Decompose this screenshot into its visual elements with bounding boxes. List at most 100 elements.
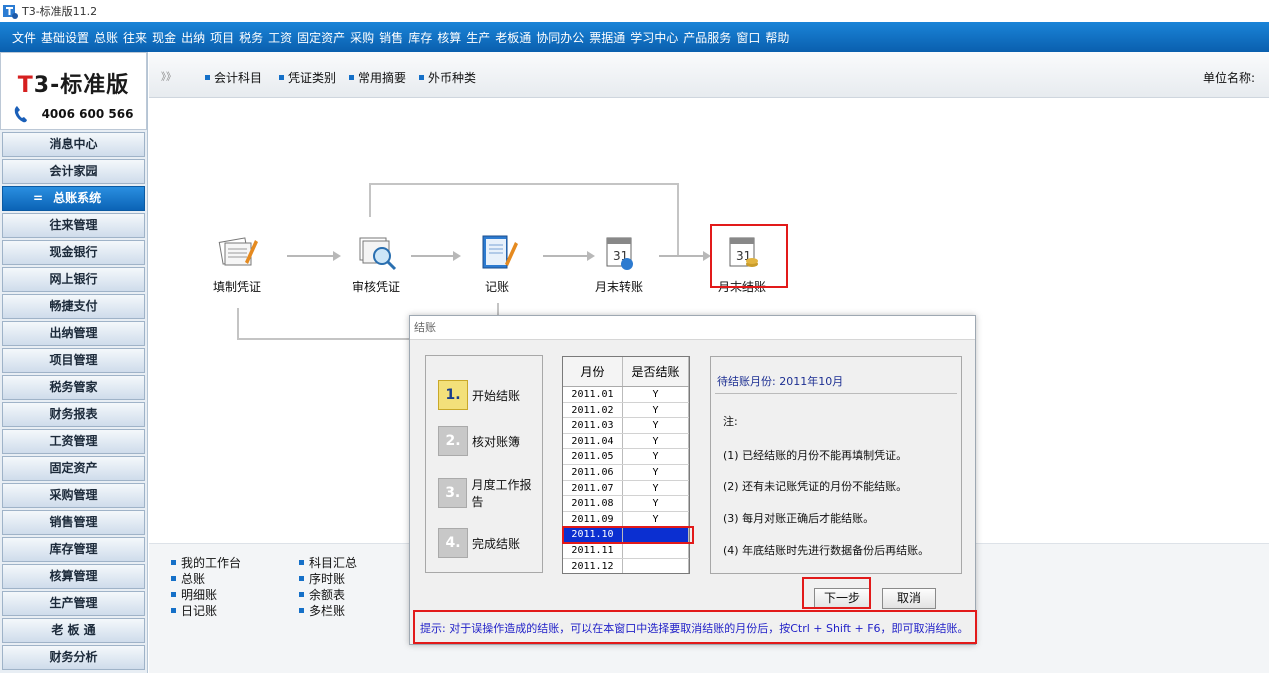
table-row[interactable]: 2011.08 Y: [563, 496, 689, 512]
sidebar-item[interactable]: 畅捷支付: [2, 294, 145, 319]
bullet-icon: [299, 560, 304, 565]
menu-item[interactable]: 协同办公: [536, 29, 584, 46]
sidebar-item[interactable]: 库存管理: [2, 537, 145, 562]
sidebar-item[interactable]: 税务管家: [2, 375, 145, 400]
quick-link[interactable]: 我的工作台: [171, 554, 241, 571]
bullet-icon: [299, 592, 304, 597]
quick-link[interactable]: 余额表: [299, 586, 345, 603]
menu-item[interactable]: 库存: [408, 29, 432, 46]
title-bar: T3-标准版11.2: [0, 0, 1269, 22]
menu-item[interactable]: 窗口: [736, 29, 760, 46]
sidebar-item[interactable]: 消息中心: [2, 132, 145, 157]
menu-item[interactable]: 现金: [152, 29, 176, 46]
menu-item[interactable]: 学习中心: [630, 29, 678, 46]
sidebar-item-label: 核算管理: [49, 569, 98, 583]
menu-item[interactable]: 产品服务: [683, 29, 731, 46]
flow-post[interactable]: 记账: [467, 230, 527, 295]
table-row[interactable]: 2011.09 Y: [563, 511, 689, 528]
menu-item[interactable]: 生产: [466, 29, 490, 46]
menu-item[interactable]: 固定资产: [297, 29, 345, 46]
menu-item[interactable]: 基础设置: [41, 29, 89, 46]
sidebar-item[interactable]: 销售管理: [2, 510, 145, 535]
table-row[interactable]: 2011.01 Y: [563, 387, 689, 403]
hint-text: 提示: 对于误操作造成的结账，可以在本窗口中选择要取消结账的月份后，按Ctrl …: [420, 622, 969, 635]
month-table-header: 月份 是否结账: [563, 357, 689, 387]
sidebar-item[interactable]: 核算管理: [2, 564, 145, 589]
cancel-button[interactable]: 取消: [882, 588, 936, 609]
table-row[interactable]: 2011.06 Y: [563, 464, 689, 481]
menu-item[interactable]: 往来: [123, 29, 147, 46]
menu-bar: 文件 基础设置 总账 往来 现金 出纳 项目 税务 工资 固定资产 采购 销售 库存 核算 生产 老板通 协同办…: [0, 22, 1269, 52]
menu-item[interactable]: 老板通: [495, 29, 531, 46]
sidebar-item-label: 总账系统: [53, 191, 102, 205]
toolbar-link-voucher-types[interactable]: 凭证类别: [279, 69, 336, 86]
step-finish: 4. 完成结账: [438, 528, 520, 558]
menu-item[interactable]: 帮助: [765, 29, 789, 46]
toolbar-link-currency[interactable]: 外币种类: [419, 69, 476, 86]
sidebar-item[interactable]: 会计家园: [2, 159, 145, 184]
menu-item[interactable]: 出纳: [181, 29, 205, 46]
table-row[interactable]: 2011.07 Y: [563, 480, 689, 497]
flow-audit-voucher[interactable]: 审核凭证: [346, 230, 406, 295]
step-monthly-report: 3. 月度工作报告: [438, 476, 542, 510]
cell-closed: Y: [623, 449, 689, 464]
note-line: (3) 每月对账正确后才能结账。: [723, 512, 875, 525]
menu-item[interactable]: 票据通: [589, 29, 625, 46]
table-row[interactable]: 2011.04 Y: [563, 433, 689, 450]
quick-link[interactable]: 科目汇总: [299, 554, 357, 571]
table-row[interactable]: 2011.11: [563, 542, 689, 559]
sidebar: T3-标准版 4006 600 566 消息中心 会计家园 = 总账系统 往来管理 现金银…: [0, 52, 148, 673]
close-account-dialog: 结账 1. 开始结账 2. 核对账簿 3. 月度工作报告 4. 完成结账 月份 …: [409, 315, 977, 645]
sidebar-item-label: 往来管理: [49, 218, 98, 232]
toolbar-link-accounts[interactable]: 会计科目: [205, 69, 262, 86]
collapse-chevron-icon[interactable]: 》》: [161, 68, 176, 83]
voucher-edit-icon: [215, 230, 259, 274]
flow-arrow: [411, 251, 461, 261]
sidebar-item[interactable]: 网上银行: [2, 267, 145, 292]
sidebar-item[interactable]: = 总账系统: [2, 186, 145, 211]
column-header-closed: 是否结账: [623, 357, 689, 386]
menu-item[interactable]: 项目: [210, 29, 234, 46]
sidebar-item[interactable]: 财务报表: [2, 402, 145, 427]
sidebar-item[interactable]: 项目管理: [2, 348, 145, 373]
cell-closed: Y: [623, 464, 689, 480]
table-row[interactable]: 2011.05 Y: [563, 449, 689, 465]
sidebar-item[interactable]: 现金银行: [2, 240, 145, 265]
table-row[interactable]: 2011.03 Y: [563, 418, 689, 434]
table-row[interactable]: 2011.02 Y: [563, 402, 689, 419]
quick-link[interactable]: 总账: [171, 570, 205, 587]
sidebar-item[interactable]: 采购管理: [2, 483, 145, 508]
phone-icon: [14, 105, 28, 123]
sidebar-item[interactable]: 往来管理: [2, 213, 145, 238]
cell-month: 2011.04: [563, 433, 623, 449]
sidebar-item-label: 畅捷支付: [49, 299, 98, 313]
flow-loop-line: [369, 183, 679, 185]
menu-item[interactable]: 核算: [437, 29, 461, 46]
quick-link[interactable]: 明细账: [171, 586, 217, 603]
toolbar: 》》 会计科目 凭证类别 常用摘要 外币种类 单位名称:: [149, 52, 1269, 98]
app-icon: [2, 3, 18, 19]
menu-item[interactable]: 文件: [12, 29, 36, 46]
sidebar-item-label: 消息中心: [49, 137, 98, 151]
sidebar-item[interactable]: 老 板 通: [2, 618, 145, 643]
menu-item[interactable]: 工资: [268, 29, 292, 46]
sidebar-item[interactable]: 出纳管理: [2, 321, 145, 346]
sidebar-item[interactable]: 财务分析: [2, 645, 145, 670]
sidebar-item[interactable]: 工资管理: [2, 429, 145, 454]
quick-link[interactable]: 多栏账: [299, 602, 345, 619]
flow-fill-voucher[interactable]: 填制凭证: [207, 230, 267, 295]
sidebar-item[interactable]: 固定资产: [2, 456, 145, 481]
menu-item[interactable]: 总账: [94, 29, 118, 46]
cell-month: 2011.12: [563, 558, 623, 573]
cell-month: 2011.03: [563, 418, 623, 433]
quick-link[interactable]: 日记账: [171, 602, 217, 619]
flow-month-transfer[interactable]: 31 月末转账: [589, 230, 649, 295]
menu-item[interactable]: 销售: [379, 29, 403, 46]
menu-item[interactable]: 采购: [350, 29, 374, 46]
quick-link[interactable]: 序时账: [299, 570, 345, 587]
pending-month: 待结账月份: 2011年10月: [717, 375, 844, 388]
toolbar-link-summaries[interactable]: 常用摘要: [349, 69, 406, 86]
table-row[interactable]: 2011.12: [563, 558, 689, 573]
menu-item[interactable]: 税务: [239, 29, 263, 46]
sidebar-item[interactable]: 生产管理: [2, 591, 145, 616]
